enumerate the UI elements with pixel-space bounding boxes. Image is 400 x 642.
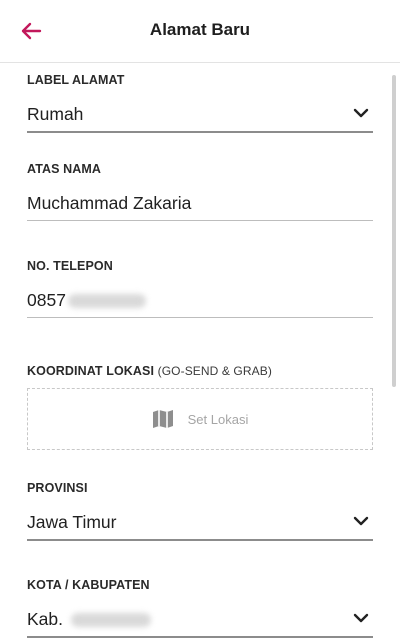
kota-kabupaten-value: Kab. <box>27 609 63 629</box>
page-title: Alamat Baru <box>149 20 251 39</box>
no-telepon-input[interactable]: 0857 <box>27 287 373 318</box>
chevron-down-icon <box>353 108 369 118</box>
label-alamat-field: LABEL ALAMAT Rumah <box>27 73 373 133</box>
address-form: LABEL ALAMAT Rumah ATAS NAMA Muchammad Z… <box>0 63 400 642</box>
app-header: Alamat Baru <box>0 0 400 63</box>
chevron-down-icon <box>353 516 369 526</box>
label-alamat-select[interactable]: Rumah <box>27 101 373 133</box>
kota-kabupaten-label: KOTA / KABUPATEN <box>27 578 150 592</box>
map-icon <box>152 410 173 428</box>
atas-nama-field: ATAS NAMA Muchammad Zakaria <box>27 162 373 221</box>
atas-nama-input[interactable]: Muchammad Zakaria <box>27 190 373 221</box>
set-lokasi-label: Set Lokasi <box>187 411 249 427</box>
chevron-down-icon <box>353 613 369 623</box>
label-alamat-value: Rumah <box>27 104 84 124</box>
redacted-city <box>71 613 151 628</box>
redacted-phone <box>67 294 146 309</box>
set-lokasi-button[interactable]: Set Lokasi <box>27 388 373 450</box>
no-telepon-field: NO. TELEPON 0857 <box>27 259 373 318</box>
koordinat-lokasi-field: KOORDINAT LOKASI (GO-SEND & GRAB) <box>27 364 373 378</box>
provinsi-field: PROVINSI Jawa Timur <box>27 481 373 541</box>
kota-kabupaten-field: KOTA / KABUPATEN Kab. <box>27 578 373 638</box>
no-telepon-value: 0857 <box>27 290 66 310</box>
koordinat-lokasi-sublabel: (GO-SEND & GRAB) <box>157 364 272 378</box>
koordinat-lokasi-title: KOORDINAT LOKASI <box>27 364 155 378</box>
atas-nama-label: ATAS NAMA <box>27 162 102 176</box>
label-alamat-label: LABEL ALAMAT <box>27 73 125 87</box>
no-telepon-label: NO. TELEPON <box>27 259 113 273</box>
provinsi-select[interactable]: Jawa Timur <box>27 509 373 541</box>
provinsi-label: PROVINSI <box>27 481 88 495</box>
kota-kabupaten-select[interactable]: Kab. <box>27 606 373 638</box>
provinsi-value: Jawa Timur <box>27 512 117 532</box>
koordinat-lokasi-label: KOORDINAT LOKASI (GO-SEND & GRAB) <box>27 364 373 378</box>
atas-nama-value: Muchammad Zakaria <box>27 193 192 213</box>
